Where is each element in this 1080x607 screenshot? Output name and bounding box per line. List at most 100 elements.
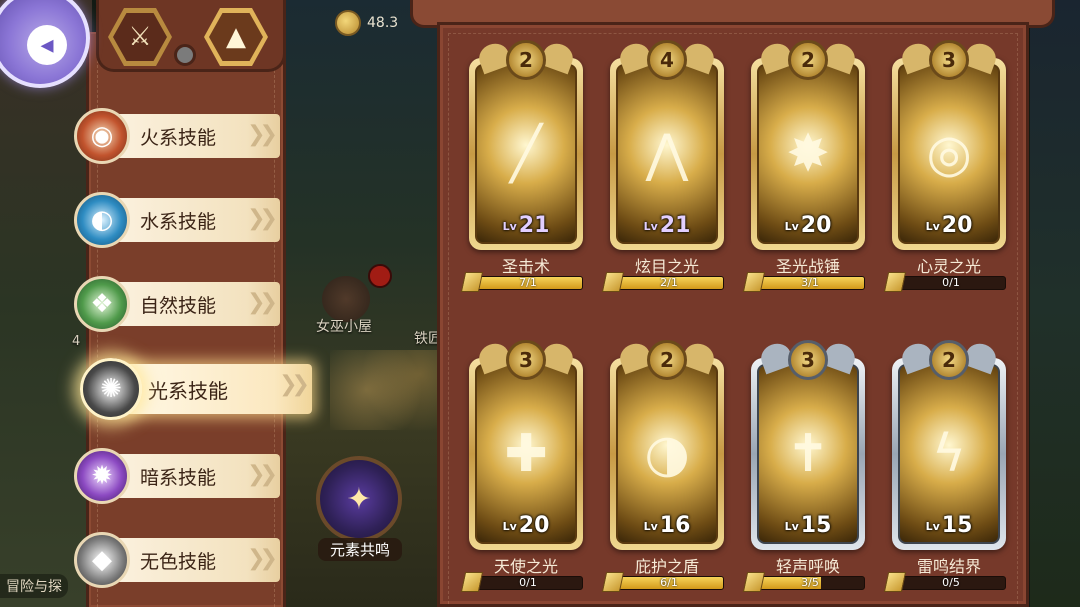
star-rank-badge: 2 (506, 40, 546, 80)
category-label: 无色技能 (140, 550, 217, 573)
skill-name: 庇护之盾 (634, 557, 699, 576)
skill-progress-text: 3/5 (801, 576, 819, 589)
skill-art: ╱ Lv21 (475, 64, 577, 244)
skill-progress-bar: 7/1 (473, 276, 583, 290)
skill-level: Lv21 (502, 213, 550, 238)
left-number: 4 (72, 334, 81, 349)
category-label-pill[interactable]: 暗系技能 ❯❯ (114, 454, 280, 498)
skill-level: Lv15 (925, 513, 973, 538)
coin-value: 48.3 (367, 15, 399, 31)
skill-name: 圣击术 (501, 257, 550, 276)
skill-progress-text: 0/5 (942, 576, 960, 589)
skill-level: Lv20 (784, 213, 832, 238)
skill-progress-text: 7/1 (519, 276, 537, 289)
skill-card-frame: ⋀ Lv21 (610, 58, 724, 250)
star-rank-badge: 3 (929, 40, 969, 80)
skill-art: ✝ Lv15 (757, 364, 859, 544)
skill-progress-text: 2/1 (660, 276, 678, 289)
skill-progress-bar: 3/1 (755, 276, 865, 290)
skill-glyph-icon: ⋀ (645, 124, 689, 184)
category-label: 水系技能 (140, 210, 217, 233)
skill-name: 心灵之光 (916, 257, 981, 276)
skill-name: 圣光战锤 (775, 257, 840, 276)
star-rank-badge: 3 (788, 340, 828, 380)
coin-readout: 48.3 (335, 10, 398, 36)
element-resonance-icon: ✦ (316, 456, 402, 542)
category-label-pill[interactable]: 光系技能 ❯❯ (122, 364, 312, 414)
chevron-right-icon: ❯❯ (247, 462, 278, 487)
skill-card[interactable]: ϟ Lv15 2 雷鸣结界 0/5 (883, 338, 1008, 592)
coin-icon (335, 10, 361, 36)
category-label: 自然技能 (140, 294, 217, 317)
back-arrow-icon: ◂ (27, 25, 67, 65)
skill-progress-bar: 0/1 (896, 276, 1006, 290)
skill-art: ✚ Lv20 (475, 364, 577, 544)
skill-card[interactable]: ◎ Lv20 3 心灵之光 0/1 (883, 38, 1008, 292)
star-rank-badge: 2 (647, 340, 687, 380)
star-rank-badge: 3 (506, 340, 546, 380)
skill-glyph-icon: ✸ (786, 124, 830, 184)
skill-art: ✸ Lv20 (757, 64, 859, 244)
skill-level: Lv16 (643, 513, 691, 538)
category-label-pill[interactable]: 无色技能 ❯❯ (114, 538, 280, 582)
notification-dot (368, 264, 392, 288)
skill-art: ϟ Lv15 (898, 364, 1000, 544)
category-item[interactable]: 暗系技能 ❯❯ ✹ (74, 444, 289, 506)
sword-icon: ⚔ (113, 13, 167, 61)
skill-progress-bar: 2/1 (614, 276, 724, 290)
skill-art: ⋀ Lv21 (616, 64, 718, 244)
category-label-pill[interactable]: 水系技能 ❯❯ (114, 198, 280, 242)
fire-icon: ◉ (74, 108, 130, 164)
skill-progress-text: 0/1 (942, 276, 960, 289)
village-lights (330, 350, 450, 430)
skill-card-frame: ◎ Lv20 (892, 58, 1006, 250)
element-resonance-label: 元素共鸣 (318, 538, 402, 561)
skill-glyph-icon: ╱ (510, 124, 542, 184)
tab-separator-dot (174, 44, 196, 66)
skill-card[interactable]: ✚ Lv20 3 天使之光 0/1 (460, 338, 585, 592)
skill-progress-text: 6/1 (660, 576, 678, 589)
skill-card[interactable]: ⋀ Lv21 4 炫目之光 2/1 (601, 38, 726, 292)
chevron-right-icon: ❯❯ (247, 546, 278, 571)
category-item[interactable]: 自然技能 ❯❯ ❖ (74, 272, 289, 334)
chevron-right-icon: ❯❯ (247, 290, 278, 315)
category-item[interactable]: 光系技能 ❯❯ ✺ (74, 356, 312, 420)
skill-name: 雷鸣结界 (916, 557, 981, 576)
skill-card-frame: ✝ Lv15 (751, 358, 865, 550)
skill-glyph-icon: ◎ (926, 124, 972, 184)
skill-card[interactable]: ◑ Lv16 2 庇护之盾 6/1 (601, 338, 726, 592)
category-label: 光系技能 (148, 378, 228, 403)
skill-glyph-icon: ✝ (786, 424, 830, 484)
skill-level: Lv20 (925, 213, 973, 238)
category-item[interactable]: 无色技能 ❯❯ ◆ (74, 528, 289, 590)
skill-name: 轻声呼唤 (775, 557, 840, 576)
skill-card-frame: ╱ Lv21 (469, 58, 583, 250)
category-label: 暗系技能 (140, 466, 217, 489)
skill-card-frame: ◑ Lv16 (610, 358, 724, 550)
skill-glyph-icon: ϟ (931, 424, 967, 484)
category-item[interactable]: 水系技能 ❯❯ ◐ (74, 188, 289, 250)
star-rank-badge: 2 (788, 40, 828, 80)
skill-level: Lv15 (784, 513, 832, 538)
adventure-label[interactable]: 冒险与探 (0, 574, 68, 598)
chevron-right-icon: ❯❯ (247, 206, 278, 231)
leaf-icon: ❖ (74, 276, 130, 332)
element-resonance-button[interactable]: ✦ 元素共鸣 (316, 456, 404, 561)
category-label-pill[interactable]: 自然技能 ❯❯ (114, 282, 280, 326)
star-rank-badge: 2 (929, 340, 969, 380)
category-label: 火系技能 (140, 126, 217, 149)
category-label-pill[interactable]: 火系技能 ❯❯ (114, 114, 280, 158)
skill-level: Lv20 (502, 513, 550, 538)
skill-card-frame: ϟ Lv15 (892, 358, 1006, 550)
skill-progress-text: 0/1 (519, 576, 537, 589)
background-right (1030, 0, 1080, 607)
skill-art: ◑ Lv16 (616, 364, 718, 544)
skill-progress-bar: 3/5 (755, 576, 865, 590)
skill-card[interactable]: ✸ Lv20 2 圣光战锤 3/1 (742, 38, 867, 292)
skill-glyph-icon: ◑ (644, 424, 690, 484)
category-item[interactable]: 火系技能 ❯❯ ◉ (74, 104, 289, 166)
skill-card[interactable]: ✝ Lv15 3 轻声呼唤 3/5 (742, 338, 867, 592)
skill-card[interactable]: ╱ Lv21 2 圣击术 7/1 (460, 38, 585, 292)
skill-art: ◎ Lv20 (898, 64, 1000, 244)
witch-hut-label[interactable]: 女巫小屋 (316, 316, 372, 336)
